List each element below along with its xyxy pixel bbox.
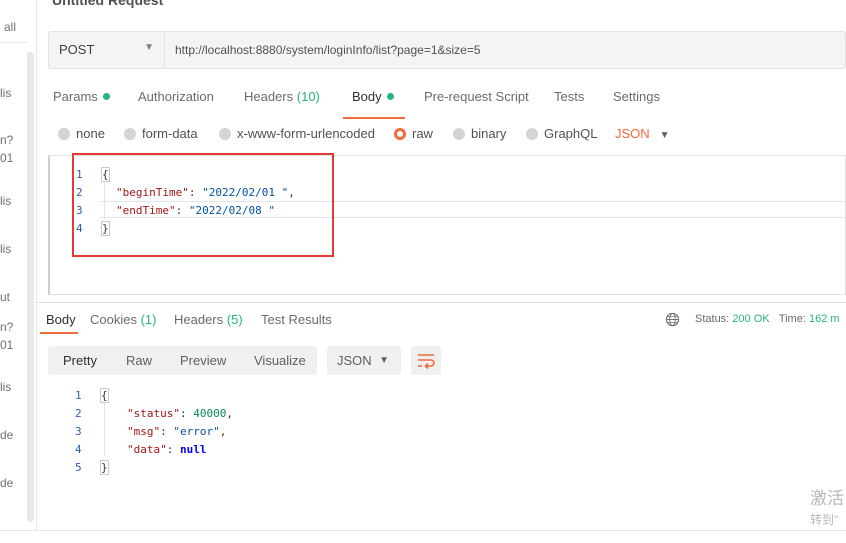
code-line: "data": null [127,443,207,456]
wrap-lines-icon[interactable] [411,346,441,375]
sidebar-snippet[interactable]: lis [0,380,11,394]
line-number: 3 [75,425,82,438]
activation-watermark-subtext: 转到" [810,513,839,527]
sidebar-snippet[interactable]: lis [0,242,11,256]
url-input[interactable]: http://localhost:8880/system/loginInfo/l… [175,43,481,57]
code-brace-open: { [100,388,109,403]
sidebar-divider [0,42,27,43]
globe-icon[interactable] [665,312,680,327]
radio-none[interactable]: none [58,126,105,141]
radio-raw[interactable]: raw [394,126,433,141]
active-tab-indicator [40,332,78,334]
radio-form-data[interactable]: form-data [124,126,198,141]
view-preview-button[interactable]: Preview [180,353,226,368]
tab-prerequest-script[interactable]: Pre-request Script [424,89,529,104]
tab-authorization[interactable]: Authorization [138,89,214,104]
method-select[interactable]: POST ▼ [49,32,165,68]
sidebar-snippet[interactable]: de [0,476,13,490]
view-raw-button[interactable]: Raw [126,353,152,368]
response-view-toggle: Pretty Raw Preview Visualize [48,346,317,375]
tab-settings[interactable]: Settings [613,89,660,104]
line-number: 1 [75,389,82,402]
sidebar-snippet[interactable]: lis [0,86,11,100]
chevron-down-icon: ▼ [379,355,389,366]
url-bar: POST ▼ http://localhost:8880/system/logi… [48,31,846,69]
line-number: 5 [75,461,82,474]
activation-watermark: 激活 [810,489,844,508]
sidebar-snippet[interactable]: all [4,20,16,34]
sidebar-snippet[interactable]: de [0,428,13,442]
response-status: Status: 200 OK Time: 162 m [695,313,840,325]
active-tab-indicator [343,117,405,119]
tab-test-results[interactable]: Test Results [261,312,332,327]
radio-icon [124,128,136,140]
modified-dot-icon [102,93,110,100]
modified-dot-icon [386,93,394,100]
tab-headers[interactable]: Headers (10) [244,89,320,104]
tab-params[interactable]: Params [53,89,110,104]
sidebar-snippet[interactable]: 01 [0,151,13,165]
tab-body[interactable]: Body [352,89,394,104]
highlight-annotation-box [72,153,334,257]
tab-response-body[interactable]: Body [46,312,76,327]
tab-response-headers[interactable]: Headers (5) [174,312,243,327]
radio-selected-icon [394,128,406,140]
sidebar-snippet[interactable]: n? [0,320,13,334]
code-line: "msg": "error", [127,425,227,438]
sidebar-snippet[interactable]: n? [0,133,13,147]
collections-sidebar: all lis n? 01 lis lis ut n? 01 lis de de [0,0,37,543]
radio-graphql[interactable]: GraphQL [526,126,597,141]
response-format-select[interactable]: JSON ▼ [327,346,401,375]
status-bar [0,530,846,543]
request-title[interactable]: Untitled Request [52,0,163,8]
radio-icon [453,128,465,140]
line-number: 2 [75,407,82,420]
chevron-down-icon: ▼ [144,42,154,53]
sidebar-scrollbar[interactable] [27,52,34,522]
status-code[interactable]: 200 OK [732,313,769,325]
line-number: 4 [75,443,82,456]
view-visualize-button[interactable]: Visualize [254,353,306,368]
radio-icon [58,128,70,140]
response-time[interactable]: 162 m [809,313,840,325]
radio-binary[interactable]: binary [453,126,506,141]
radio-icon [219,128,231,140]
method-label: POST [59,42,95,57]
sidebar-snippet[interactable]: 01 [0,338,13,352]
radio-urlencoded[interactable]: x-www-form-urlencoded [219,126,375,141]
code-brace-close: } [100,460,109,475]
tab-response-cookies[interactable]: Cookies (1) [90,312,156,327]
tab-tests[interactable]: Tests [554,89,584,104]
sidebar-snippet[interactable]: ut [0,290,10,304]
response-divider[interactable] [37,302,846,303]
chevron-down-icon: ▼ [659,130,670,141]
indent-guide [104,401,105,456]
radio-icon [526,128,538,140]
body-format-select[interactable]: JSON ▼ [615,126,670,141]
sidebar-snippet[interactable]: lis [0,194,11,208]
view-pretty-button[interactable]: Pretty [63,353,97,368]
code-line: "status": 40000, [127,407,233,420]
